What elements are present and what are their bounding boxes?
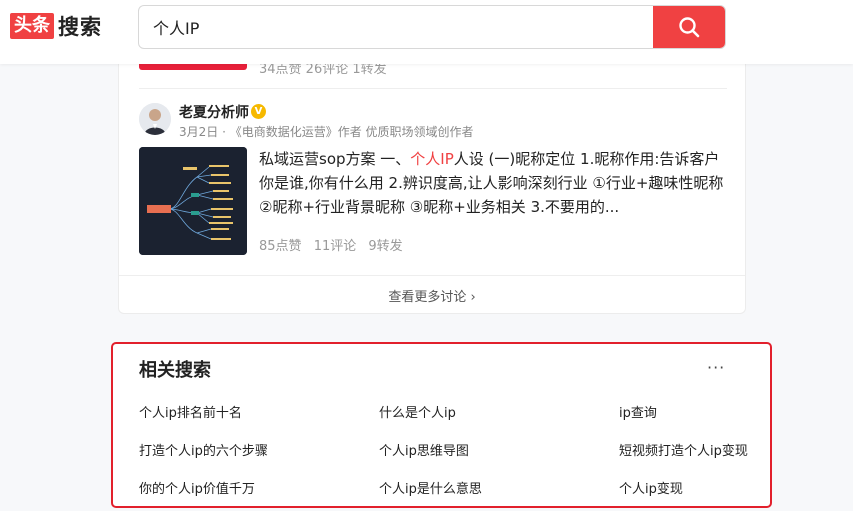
related-search-item[interactable]: 个人ip变现: [619, 478, 683, 497]
discussion-card: 34点赞 26评论 1转发 老夏分析师 V 3月2日 · 《电商数据化运营》作者…: [118, 30, 746, 314]
author-meta: 3月2日 · 《电商数据化运营》作者 优质职场领域创作者: [179, 125, 474, 139]
top-header: 头条 搜索: [0, 0, 853, 64]
divider: [119, 275, 745, 276]
avatar-image: [139, 103, 171, 135]
related-searches-title: 相关搜索: [139, 360, 211, 381]
search-button[interactable]: [653, 6, 725, 48]
post-thumbnail[interactable]: [139, 147, 247, 255]
related-search-item[interactable]: 什么是个人ip: [379, 402, 456, 421]
search-bar: [138, 5, 726, 49]
more-options-icon[interactable]: ···: [707, 358, 725, 377]
search-input[interactable]: [139, 6, 655, 48]
related-search-item[interactable]: 短视频打造个人ip变现: [619, 440, 748, 459]
logo-badge: 头条: [10, 13, 54, 39]
related-search-item[interactable]: 个人ip排名前十名: [139, 402, 242, 421]
verified-badge-icon: V: [251, 104, 266, 119]
mindmap-image: [139, 147, 247, 255]
post-stats: 85点赞 11评论 9转发: [259, 235, 411, 254]
logo-text: 搜索: [58, 15, 102, 39]
author-name[interactable]: 老夏分析师: [179, 102, 249, 122]
related-search-item[interactable]: 你的个人ip价值千万: [139, 478, 255, 497]
related-search-item[interactable]: 个人ip是什么意思: [379, 478, 482, 497]
post-content[interactable]: 私域运营sop方案 一、个人IP人设 (一)昵称定位 1.昵称作用:告诉客户你是…: [259, 147, 729, 219]
view-more-discussion-link[interactable]: 查看更多讨论 ›: [119, 286, 745, 305]
related-search-item[interactable]: 打造个人ip的六个步骤: [139, 440, 268, 459]
related-search-item[interactable]: ip查询: [619, 402, 657, 421]
toutiao-search-logo[interactable]: 头条 搜索: [10, 13, 102, 39]
related-search-item[interactable]: 个人ip思维导图: [379, 440, 469, 459]
related-searches-panel: 相关搜索 ··· 个人ip排名前十名 什么是个人ip ip查询 打造个人ip的六…: [111, 342, 772, 508]
divider: [139, 88, 727, 89]
likes-count: 85点赞: [259, 239, 302, 254]
comments-count: 11评论: [313, 239, 357, 254]
post-content-prefix: 私域运营sop方案 一、: [259, 150, 411, 168]
post-content-highlight: 个人IP: [410, 150, 454, 168]
author-avatar[interactable]: [139, 103, 171, 135]
search-icon: [679, 17, 700, 38]
shares-count: 9转发: [368, 239, 403, 254]
